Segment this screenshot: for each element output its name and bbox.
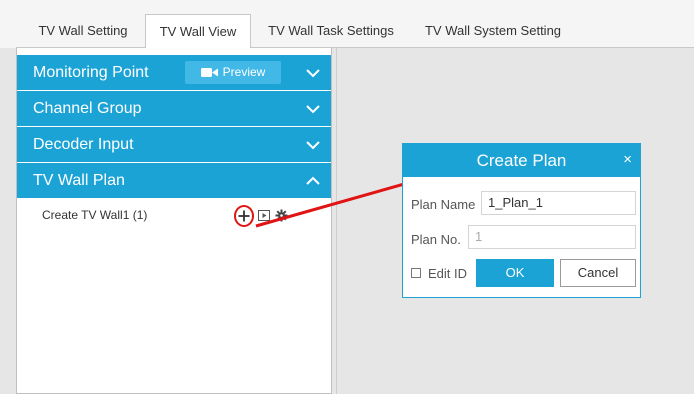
- tab-bar: TV Wall Setting TV Wall View TV Wall Tas…: [0, 0, 694, 49]
- dialog-title: Create Plan: [476, 151, 567, 170]
- highlight-circle: [234, 205, 254, 227]
- plan-name-label: Plan Name: [411, 197, 476, 212]
- ok-button[interactable]: OK: [476, 259, 554, 287]
- play-icon[interactable]: [258, 210, 270, 221]
- cancel-button[interactable]: Cancel: [560, 259, 636, 287]
- accordion-label: Monitoring Point: [33, 64, 149, 81]
- edit-id-label: Edit ID: [428, 266, 468, 281]
- tab-tv-wall-task-settings[interactable]: TV Wall Task Settings: [258, 14, 404, 48]
- accordion-decoder-input[interactable]: Decoder Input: [17, 127, 331, 162]
- tab-tv-wall-view[interactable]: TV Wall View: [145, 14, 251, 49]
- tab-tv-wall-system-setting[interactable]: TV Wall System Setting: [412, 14, 574, 48]
- create-plan-dialog: Create Plan × Plan Name 1_Plan_1 Plan No…: [402, 143, 641, 298]
- chevron-down-icon: [306, 105, 320, 114]
- plan-no-label: Plan No.: [411, 232, 461, 247]
- accordion-tv-wall-plan[interactable]: TV Wall Plan: [17, 163, 331, 198]
- accordion-label: Channel Group: [33, 100, 142, 117]
- plan-no-input[interactable]: 1: [468, 225, 636, 249]
- accordion-channel-group[interactable]: Channel Group: [17, 91, 331, 126]
- chevron-up-icon: [306, 176, 320, 185]
- accordion-label: Decoder Input: [33, 136, 134, 153]
- dialog-header: Create Plan: [403, 144, 640, 177]
- plan-name-input[interactable]: 1_Plan_1: [481, 191, 636, 215]
- accordion-label: TV Wall Plan: [33, 172, 125, 189]
- chevron-down-icon: [306, 69, 320, 78]
- plan-list-item[interactable]: Create TV Wall1 (1): [42, 208, 147, 222]
- tab-tv-wall-setting[interactable]: TV Wall Setting: [24, 14, 142, 48]
- preview-button[interactable]: Preview: [185, 61, 281, 84]
- chevron-down-icon: [306, 141, 320, 150]
- panel-divider: [336, 48, 337, 394]
- camera-icon: [200, 68, 218, 78]
- accordion-monitoring-point[interactable]: Monitoring Point Preview: [17, 55, 331, 90]
- gear-icon[interactable]: [275, 209, 288, 222]
- close-icon[interactable]: ×: [623, 144, 632, 175]
- edit-id-checkbox[interactable]: [411, 268, 421, 278]
